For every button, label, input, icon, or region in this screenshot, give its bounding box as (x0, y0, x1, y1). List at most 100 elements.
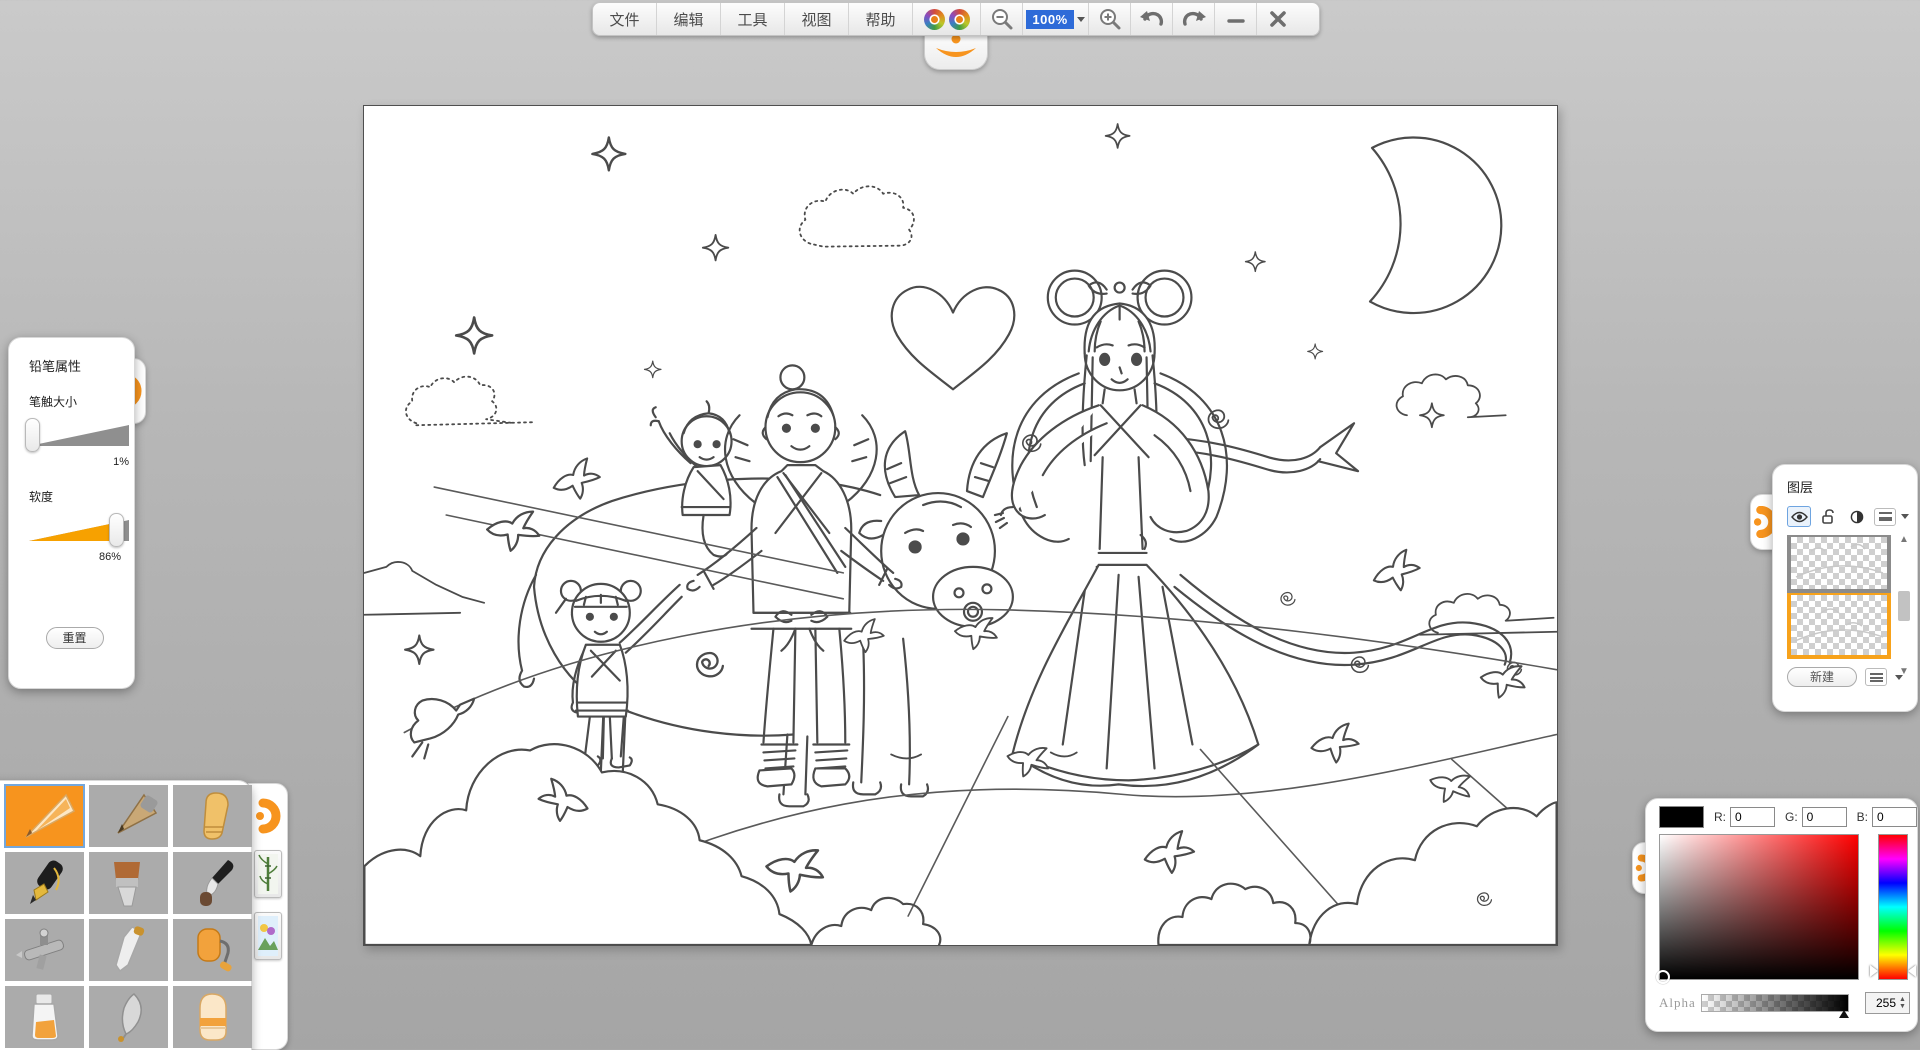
perched-magpie (411, 699, 474, 743)
pencil-properties-panel: 铅笔属性 笔触大小 1% 软度 86% 重置 (8, 337, 135, 689)
alpha-spin-down-icon[interactable]: ▼ (1896, 1003, 1909, 1010)
zoom-dropdown-caret (1077, 17, 1085, 22)
menu-view[interactable]: 视图 (785, 3, 849, 35)
sv-selection-marker[interactable] (1656, 970, 1670, 984)
zoom-level-dropdown[interactable]: 100% (1023, 3, 1089, 35)
color-picker-panel: R: G: B: Alpha ▲ ▼ (1645, 798, 1918, 1032)
layers-panel-title: 图层 (1787, 477, 1909, 496)
alpha-marker-icon[interactable] (1839, 1010, 1849, 1018)
tool-dip-blade[interactable] (89, 986, 168, 1048)
brush-size-thumb[interactable] (25, 418, 40, 452)
layers-more-icon (1870, 673, 1883, 682)
minimize-icon (1225, 8, 1247, 30)
tool-pencil[interactable] (5, 785, 84, 847)
softness-thumb[interactable] (109, 513, 124, 547)
layer-item-bottom[interactable] (1787, 593, 1891, 659)
pencil-icon (14, 791, 76, 841)
b-label: B: (1857, 810, 1868, 824)
layer-bottom-preview (1791, 595, 1887, 653)
reset-button[interactable]: 重置 (46, 627, 104, 649)
tool-palette-side-tab (248, 783, 288, 1050)
charcoal-pencil-icon (98, 791, 160, 841)
weaver-girl (995, 271, 1521, 786)
brush-size-value: 1% (29, 456, 129, 468)
redo-button[interactable] (1173, 3, 1215, 35)
layer-blend-button[interactable] (1845, 506, 1869, 527)
tool-paint-roller[interactable] (173, 919, 252, 981)
r-label: R: (1714, 810, 1726, 824)
scroll-down-icon[interactable]: ▼ (1899, 667, 1909, 677)
saturation-value-square[interactable] (1659, 834, 1859, 980)
zoom-in-button[interactable] (1089, 3, 1131, 35)
zoom-out-button[interactable] (981, 3, 1023, 35)
pencil-panel-title: 铅笔属性 (29, 356, 120, 375)
logo-right-eye-icon (949, 9, 970, 30)
brush-size-slider[interactable] (29, 418, 120, 454)
menu-file-label: 文件 (609, 9, 639, 30)
tool-flat-brush[interactable] (89, 852, 168, 914)
alpha-input[interactable] (1866, 996, 1896, 1010)
scroll-up-icon[interactable]: ▲ (1899, 535, 1909, 545)
bamboo-preset-thumbnail (258, 854, 278, 894)
girl-child (556, 581, 682, 768)
menu-tools[interactable]: 工具 (721, 3, 785, 35)
drawing-canvas[interactable] (363, 105, 1558, 946)
picture-preset-thumbnail (258, 916, 278, 956)
visibility-eye-icon (1791, 511, 1808, 523)
mascot-smile-icon (936, 48, 976, 57)
tool-fountain-pen[interactable] (5, 852, 84, 914)
r-input[interactable] (1730, 807, 1775, 827)
layers-bottom-row: 新建 (1787, 667, 1909, 687)
alpha-spinner: ▲ ▼ (1865, 992, 1910, 1014)
alpha-gradient (1702, 995, 1848, 1011)
menu-file[interactable]: 文件 (593, 3, 657, 35)
tool-charcoal-pencil[interactable] (89, 785, 168, 847)
tool-palette-knife[interactable] (89, 919, 168, 981)
layers-scrollbar[interactable]: ▲ ▼ (1897, 535, 1911, 677)
paint-roller-icon (182, 925, 244, 975)
mascot-chin (924, 32, 988, 70)
tool-palette-handle-icon[interactable] (255, 796, 281, 836)
undo-button[interactable] (1131, 3, 1173, 35)
menu-edit[interactable]: 编辑 (657, 3, 721, 35)
hue-bar[interactable] (1878, 834, 1908, 980)
boy-child (651, 401, 732, 556)
crescent-moon (1370, 137, 1501, 313)
menu-tools-label: 工具 (737, 9, 767, 30)
close-button[interactable] (1257, 3, 1299, 35)
alpha-slider[interactable] (1701, 994, 1849, 1012)
alpha-spin-up-icon[interactable]: ▲ (1896, 996, 1909, 1003)
airbrush-icon (14, 925, 76, 975)
layer-options-button[interactable] (1874, 508, 1896, 526)
layer-visibility-button[interactable] (1787, 506, 1811, 527)
layers-more-button[interactable] (1865, 668, 1887, 686)
g-input[interactable] (1802, 807, 1847, 827)
layer-lock-button[interactable] (1816, 506, 1840, 527)
softness-label: 软度 (29, 488, 120, 505)
tool-ink-brush[interactable] (173, 852, 252, 914)
new-layer-button[interactable]: 新建 (1787, 667, 1857, 687)
zoom-level-value: 100% (1026, 10, 1073, 29)
menu-edit-label: 编辑 (673, 9, 703, 30)
tool-paint-bottle[interactable] (5, 986, 84, 1048)
eraser-icon (182, 992, 244, 1042)
picture-preset-button[interactable] (254, 912, 282, 960)
layers-icon-row (1787, 506, 1909, 527)
close-icon (1267, 8, 1289, 30)
tool-pastel-stick[interactable] (173, 785, 252, 847)
tool-airbrush[interactable] (5, 919, 84, 981)
hue-marker-right-icon[interactable] (1908, 965, 1916, 977)
layer-menu-icon (1879, 512, 1892, 521)
layer-item-top[interactable] (1787, 535, 1891, 593)
minimize-button[interactable] (1215, 3, 1257, 35)
app-logo (913, 3, 981, 35)
zoom-out-icon (990, 7, 1014, 31)
scrollbar-thumb[interactable] (1898, 591, 1910, 621)
menu-help[interactable]: 帮助 (849, 3, 913, 35)
menu-view-label: 视图 (801, 9, 831, 30)
hue-marker-left-icon[interactable] (1870, 965, 1878, 977)
tool-eraser[interactable] (173, 986, 252, 1048)
softness-slider[interactable] (29, 513, 120, 549)
bamboo-preset-button[interactable] (254, 850, 282, 898)
b-input[interactable] (1872, 807, 1917, 827)
